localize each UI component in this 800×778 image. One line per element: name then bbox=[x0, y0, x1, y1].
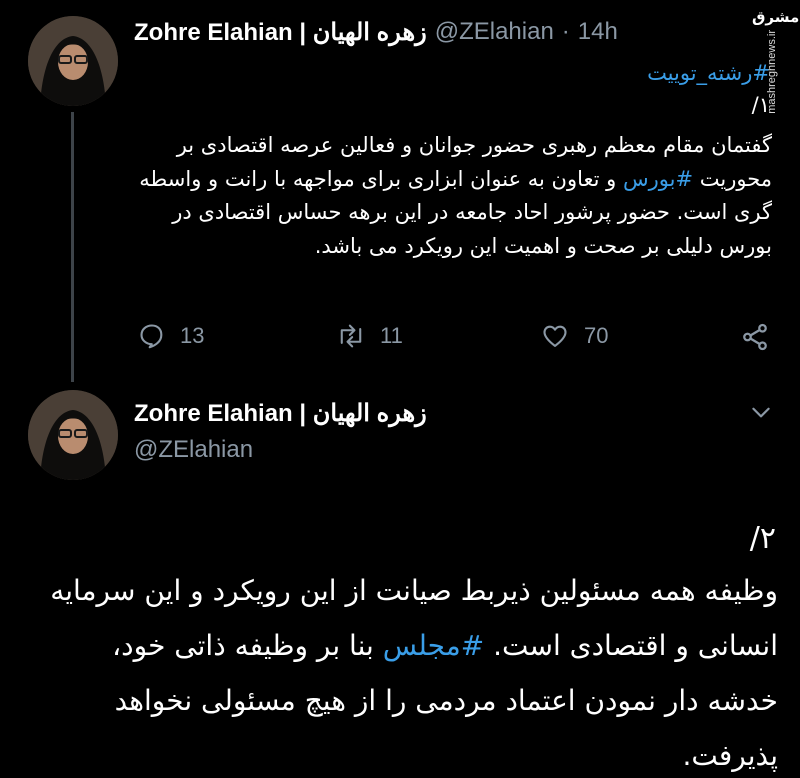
retweet-button[interactable]: 11 bbox=[336, 322, 403, 350]
share-icon bbox=[743, 323, 767, 351]
reply-button[interactable]: 13 bbox=[138, 322, 204, 350]
hashtag-bourse[interactable]: #بورس bbox=[623, 167, 693, 191]
thread-connector bbox=[71, 112, 74, 382]
retweet-icon bbox=[340, 324, 362, 348]
hashtag-thread[interactable]: #رشته_توییت bbox=[647, 56, 770, 90]
share-button[interactable] bbox=[740, 322, 770, 352]
tweet-text: گفتمان مقام معظم رهبری حضور جوانان و فعا… bbox=[134, 129, 772, 263]
like-count: 70 bbox=[584, 323, 609, 348]
retweet-count: 11 bbox=[380, 323, 403, 348]
tweet-text: وظیفه همه مسئولین ذیربط صیانت از این روی… bbox=[40, 563, 778, 778]
tweet-2[interactable]: Zohre Elahian | زهره الهیان @ZElahian ۲/… bbox=[0, 385, 800, 778]
tweet-1[interactable]: Zohre Elahian | زهره الهیان @ZElahian · … bbox=[0, 0, 800, 385]
thread-number: ۲/ bbox=[749, 521, 776, 556]
avatar-image bbox=[28, 16, 118, 106]
separator: · bbox=[561, 18, 570, 45]
chevron-down-icon bbox=[752, 407, 770, 418]
thread-number: ۱/ bbox=[751, 93, 770, 117]
reply-icon bbox=[140, 324, 163, 349]
avatar[interactable] bbox=[28, 16, 118, 106]
handle[interactable]: @ZElahian bbox=[435, 18, 554, 46]
reply-count: 13 bbox=[180, 323, 205, 348]
more-options-button[interactable] bbox=[748, 399, 774, 425]
hashtag-majlis[interactable]: #مجلس bbox=[383, 629, 485, 662]
avatar[interactable] bbox=[28, 390, 118, 480]
like-button[interactable]: 70 bbox=[540, 322, 608, 350]
display-name[interactable]: Zohre Elahian | زهره الهیان bbox=[134, 18, 427, 47]
handle[interactable]: @ZElahian bbox=[134, 436, 253, 464]
display-name[interactable]: Zohre Elahian | زهره الهیان bbox=[134, 399, 427, 428]
timestamp[interactable]: 14h bbox=[578, 18, 618, 46]
like-icon bbox=[543, 325, 567, 347]
avatar-image bbox=[28, 390, 118, 480]
tweet-header: Zohre Elahian | زهره الهیان @ZElahian · … bbox=[134, 16, 618, 48]
